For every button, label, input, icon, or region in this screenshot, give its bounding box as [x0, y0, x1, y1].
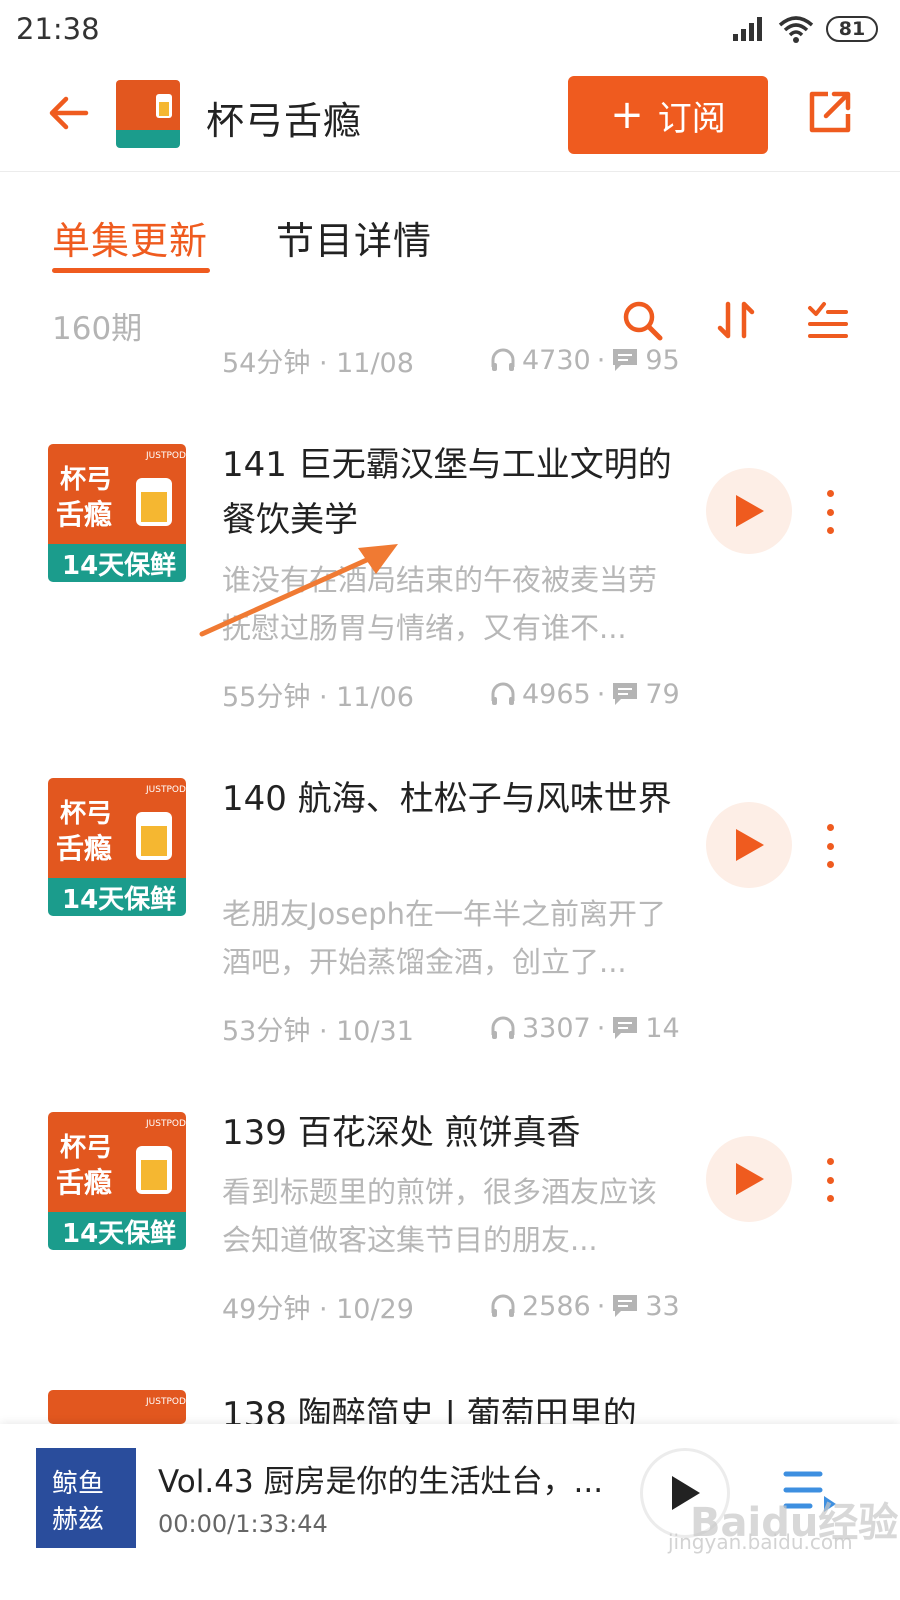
- episode-description: 看到标题里的煎饼，很多酒友应该会知道做客这集节目的朋友...: [222, 1175, 658, 1257]
- subscribe-label: 订阅: [657, 98, 726, 139]
- episode-title[interactable]: 140 航海、杜松子与风味世界: [222, 772, 692, 827]
- duration-date: 53分钟 · 10/31: [222, 1015, 414, 1047]
- tab-episodes[interactable]: 单集更新: [52, 210, 208, 265]
- share-icon[interactable]: [806, 88, 854, 136]
- svg-text:舌瘾: 舌瘾: [56, 1166, 112, 1199]
- more-options-icon[interactable]: [820, 824, 840, 868]
- podcast-logo: [116, 80, 180, 148]
- comment-icon: [613, 1017, 638, 1039]
- meta-separator: ·: [596, 678, 606, 710]
- podcast-title: 杯弓舌瘾: [206, 99, 363, 143]
- batch-select-icon[interactable]: [806, 298, 850, 342]
- play-icon: [736, 495, 764, 527]
- episode-description: 老朋友Joseph在一年半之前离开了酒吧，开始蒸馏金酒，创立了...: [222, 897, 667, 979]
- play-icon: [736, 829, 764, 861]
- comment-count: 33: [645, 1290, 680, 1322]
- episode-meta: 55分钟 · 11/06 4965 · 79: [222, 676, 682, 713]
- duration-date: 54分钟 · 11/08: [222, 347, 414, 379]
- svg-text:JUSTPOD: JUSTPOD: [145, 785, 186, 795]
- svg-text:14天保鲜: 14天保鲜: [62, 551, 176, 581]
- svg-text:杯弓: 杯弓: [60, 1133, 112, 1163]
- duration-date: 49分钟 · 10/29: [222, 1293, 414, 1325]
- svg-text:杯弓: 杯弓: [60, 799, 112, 829]
- episode-play-button[interactable]: [706, 802, 792, 888]
- tab-program-details[interactable]: 节目详情: [276, 210, 432, 265]
- player-episode-title[interactable]: Vol.43 厨房是你的生活灶台，...: [158, 1456, 603, 1501]
- svg-text:舌瘾: 舌瘾: [56, 832, 112, 865]
- headphones-icon: [491, 348, 515, 371]
- headphones-icon: [491, 1016, 515, 1039]
- player-cover[interactable]: 鲸鱼 赫兹: [36, 1448, 136, 1548]
- svg-text:JUSTPOD: JUSTPOD: [145, 451, 186, 461]
- episode-title[interactable]: 138 陶醉简史 | 葡萄田里的: [222, 1388, 692, 1424]
- episode-cover[interactable]: 杯弓 舌瘾 14天保鲜 JUSTPOD: [48, 444, 186, 582]
- duration-date: 55分钟 · 11/06: [222, 681, 414, 713]
- wifi-icon: [778, 16, 814, 43]
- play-count: 4730: [522, 344, 591, 376]
- watermark-url: jingyan.baidu.com: [668, 1530, 853, 1554]
- more-options-icon[interactable]: [820, 490, 840, 534]
- svg-text:舌瘾: 舌瘾: [56, 498, 112, 531]
- back-arrow-icon[interactable]: [46, 90, 92, 136]
- play-count: 3307: [522, 1012, 591, 1044]
- svg-text:鲸鱼: 鲸鱼: [52, 1469, 104, 1499]
- episode-play-button[interactable]: [706, 1136, 792, 1222]
- status-time: 21:38: [16, 12, 100, 46]
- more-options-icon[interactable]: [820, 1158, 840, 1202]
- comment-count: 79: [645, 678, 680, 710]
- svg-text:赫兹: 赫兹: [52, 1505, 104, 1535]
- episode-meta: 53分钟 · 10/31 3307 · 14: [222, 1010, 682, 1047]
- play-count: 4965: [522, 678, 591, 710]
- episode-cover[interactable]: JUSTPOD: [48, 1390, 186, 1424]
- header-divider: [0, 171, 900, 172]
- comment-count: 14: [645, 1012, 680, 1044]
- sort-icon[interactable]: [714, 298, 758, 342]
- episode-play-button[interactable]: [706, 468, 792, 554]
- headphones-icon: [491, 682, 515, 705]
- headphones-icon: [491, 1294, 515, 1317]
- comment-icon: [613, 349, 638, 371]
- status-icons: 81: [732, 14, 878, 44]
- episode-cover[interactable]: 杯弓 舌瘾 14天保鲜 JUSTPOD: [48, 1112, 186, 1250]
- tab-active-indicator: [52, 268, 210, 273]
- battery-indicator: 81: [826, 16, 878, 42]
- svg-text:JUSTPOD: JUSTPOD: [145, 1397, 186, 1407]
- episode-cover[interactable]: 杯弓 舌瘾 14天保鲜 JUSTPOD: [48, 778, 186, 916]
- svg-text:14天保鲜: 14天保鲜: [62, 1219, 176, 1249]
- svg-text:杯弓: 杯弓: [60, 465, 112, 495]
- signal-icon: [733, 17, 762, 41]
- play-count: 2586: [522, 1290, 591, 1322]
- annotation-arrow: [199, 544, 398, 637]
- svg-text:14天保鲜: 14天保鲜: [62, 885, 176, 915]
- comment-count: 95: [645, 344, 680, 376]
- comment-icon: [613, 1295, 638, 1317]
- play-icon: [736, 1163, 764, 1195]
- comment-icon: [613, 683, 638, 705]
- svg-text:JUSTPOD: JUSTPOD: [145, 1119, 186, 1129]
- player-progress-time: 00:00/1:33:44: [158, 1510, 328, 1538]
- partial-episode-meta: 54分钟 · 11/08 4730 · 95: [222, 342, 682, 379]
- meta-separator: ·: [596, 1290, 606, 1322]
- episode-count: 160期: [52, 311, 143, 347]
- subscribe-button[interactable]: + 订阅: [568, 76, 768, 154]
- plus-icon: +: [610, 92, 644, 138]
- episode-meta: 49分钟 · 10/29 2586 · 33: [222, 1288, 682, 1325]
- meta-separator: ·: [596, 1012, 606, 1044]
- meta-separator: ·: [596, 344, 606, 376]
- search-icon[interactable]: [620, 298, 664, 342]
- episode-title[interactable]: 139 百花深处 煎饼真香: [222, 1106, 692, 1161]
